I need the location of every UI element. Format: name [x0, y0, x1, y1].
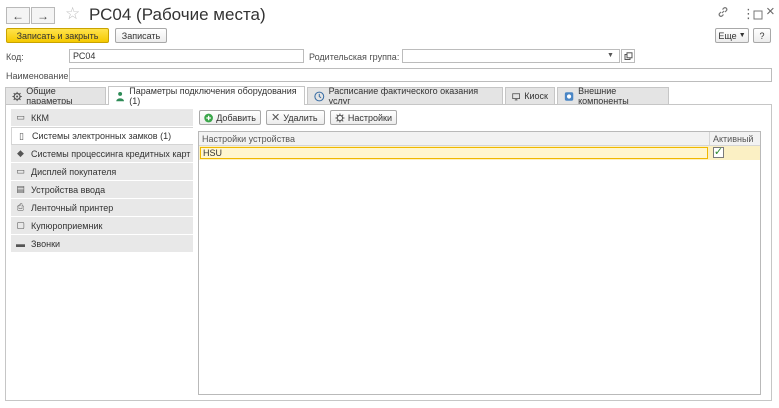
gear-icon [335, 112, 345, 123]
back-button[interactable]: ← [6, 7, 30, 24]
open-parent-button[interactable] [621, 49, 635, 63]
credit-card-icon: ◆ [17, 148, 24, 158]
bell-icon: ▬ [16, 238, 25, 249]
add-icon [204, 113, 213, 122]
parent-group-label: Родительская группа: [309, 52, 400, 62]
sidebar-item-label: ККМ [31, 112, 49, 123]
delete-label: Удалить [283, 112, 318, 123]
tab-equipment-label: Параметры подключения оборудования (1) [129, 86, 297, 106]
chevron-down-icon: ▼ [738, 32, 746, 39]
arrow-left-icon: ← [12, 8, 24, 23]
column-header-device[interactable]: Настройки устройства [199, 132, 709, 146]
person-icon [116, 91, 124, 101]
components-icon [564, 91, 574, 101]
open-icon [624, 51, 632, 60]
monitor-icon: ▭ [16, 166, 25, 176]
sidebar-item-card-processing[interactable]: ◆ Системы процессинга кредитных карт [11, 145, 193, 163]
add-label: Добавить [216, 112, 256, 123]
favorite-star-icon[interactable]: ☆ [65, 4, 80, 24]
dropdown-arrow-icon[interactable]: ▼ [607, 52, 614, 59]
code-label: Код: [6, 52, 24, 62]
column-header-active[interactable]: Активный [709, 132, 760, 146]
tab-general-label: Общие параметры [26, 86, 73, 106]
save-and-close-button[interactable]: Записать и закрыть [6, 28, 109, 43]
tab-schedule-label: Расписание фактического оказания услуг [328, 86, 479, 106]
sidebar-item-label: Звонки [31, 238, 61, 249]
sidebar-item-label: Дисплей покупателя [31, 166, 117, 177]
sidebar-item-calls[interactable]: ▬ Звонки [11, 235, 193, 253]
sidebar-item-label: Системы электронных замков (1) [32, 131, 172, 141]
more-menu-label: Еще [718, 30, 737, 41]
more-menu-button[interactable]: Еще ▼ [715, 28, 749, 43]
sidebar-item-label: Купюроприемник [31, 220, 103, 231]
sidebar-item-bill-acceptor[interactable]: ▢ Купюроприемник [11, 217, 193, 235]
name-field[interactable] [69, 68, 772, 82]
kiosk-icon [512, 92, 521, 100]
arrow-right-icon: → [37, 8, 49, 23]
sidebar-item-tape-printer[interactable]: ⎙ Ленточный принтер [11, 199, 193, 217]
page-title: РС04 (Рабочие места) [89, 5, 266, 24]
code-field[interactable]: РС04 [69, 49, 304, 63]
link-icon[interactable] [717, 6, 729, 21]
tab-general[interactable]: Общие параметры [5, 86, 106, 106]
tab-components-label: Внешние компоненты [578, 86, 629, 106]
settings-button[interactable]: Настройки [330, 110, 397, 125]
sidebar-item-label: Системы процессинга кредитных карт [31, 148, 191, 159]
delete-button[interactable]: ✕ Удалить [266, 110, 325, 125]
tab-external-components[interactable]: Внешние компоненты [557, 86, 669, 106]
printer-icon: ⎙ [16, 202, 25, 212]
forward-button[interactable]: → [31, 7, 55, 24]
active-checkbox[interactable]: ✓ [713, 147, 724, 158]
input-device-icon: ▤ [16, 184, 25, 194]
checkmark-icon: ✓ [713, 146, 724, 158]
tab-kiosk-label: Киоск [524, 91, 548, 101]
cash-register-icon: ▭ [16, 112, 25, 122]
gear-icon [12, 91, 22, 101]
parent-group-field[interactable] [402, 49, 620, 63]
lock-device-icon: ▯ [19, 130, 24, 141]
settings-label: Настройки [347, 112, 392, 123]
tab-kiosk[interactable]: Киоск [505, 87, 555, 104]
name-label: Наименование: [6, 71, 71, 81]
device-cell[interactable]: HSU [200, 147, 708, 159]
sidebar-item-label: Устройства ввода [31, 184, 106, 195]
clock-icon [314, 91, 325, 101]
add-button[interactable]: Добавить [199, 110, 261, 125]
save-button[interactable]: Записать [115, 28, 167, 43]
close-icon[interactable]: × [766, 3, 775, 20]
help-button[interactable]: ? [753, 28, 771, 43]
tab-equipment-connection[interactable]: Параметры подключения оборудования (1) [108, 86, 305, 106]
restore-icon[interactable] [753, 8, 763, 23]
delete-icon: ✕ [271, 112, 281, 124]
tab-schedule[interactable]: Расписание фактического оказания услуг [307, 86, 503, 106]
sidebar-item-input-devices[interactable]: ▤ Устройства ввода [11, 181, 193, 199]
bill-acceptor-icon: ▢ [16, 220, 25, 230]
sidebar-item-kkm[interactable]: ▭ ККМ [11, 109, 193, 127]
sidebar-item-label: Ленточный принтер [31, 202, 114, 213]
sidebar-item-customer-display[interactable]: ▭ Дисплей покупателя [11, 163, 193, 181]
device-settings-table: Настройки устройства Активный HSU ✓ [198, 131, 761, 395]
sidebar-item-electronic-locks[interactable]: ▯ Системы электронных замков (1) [11, 127, 193, 145]
